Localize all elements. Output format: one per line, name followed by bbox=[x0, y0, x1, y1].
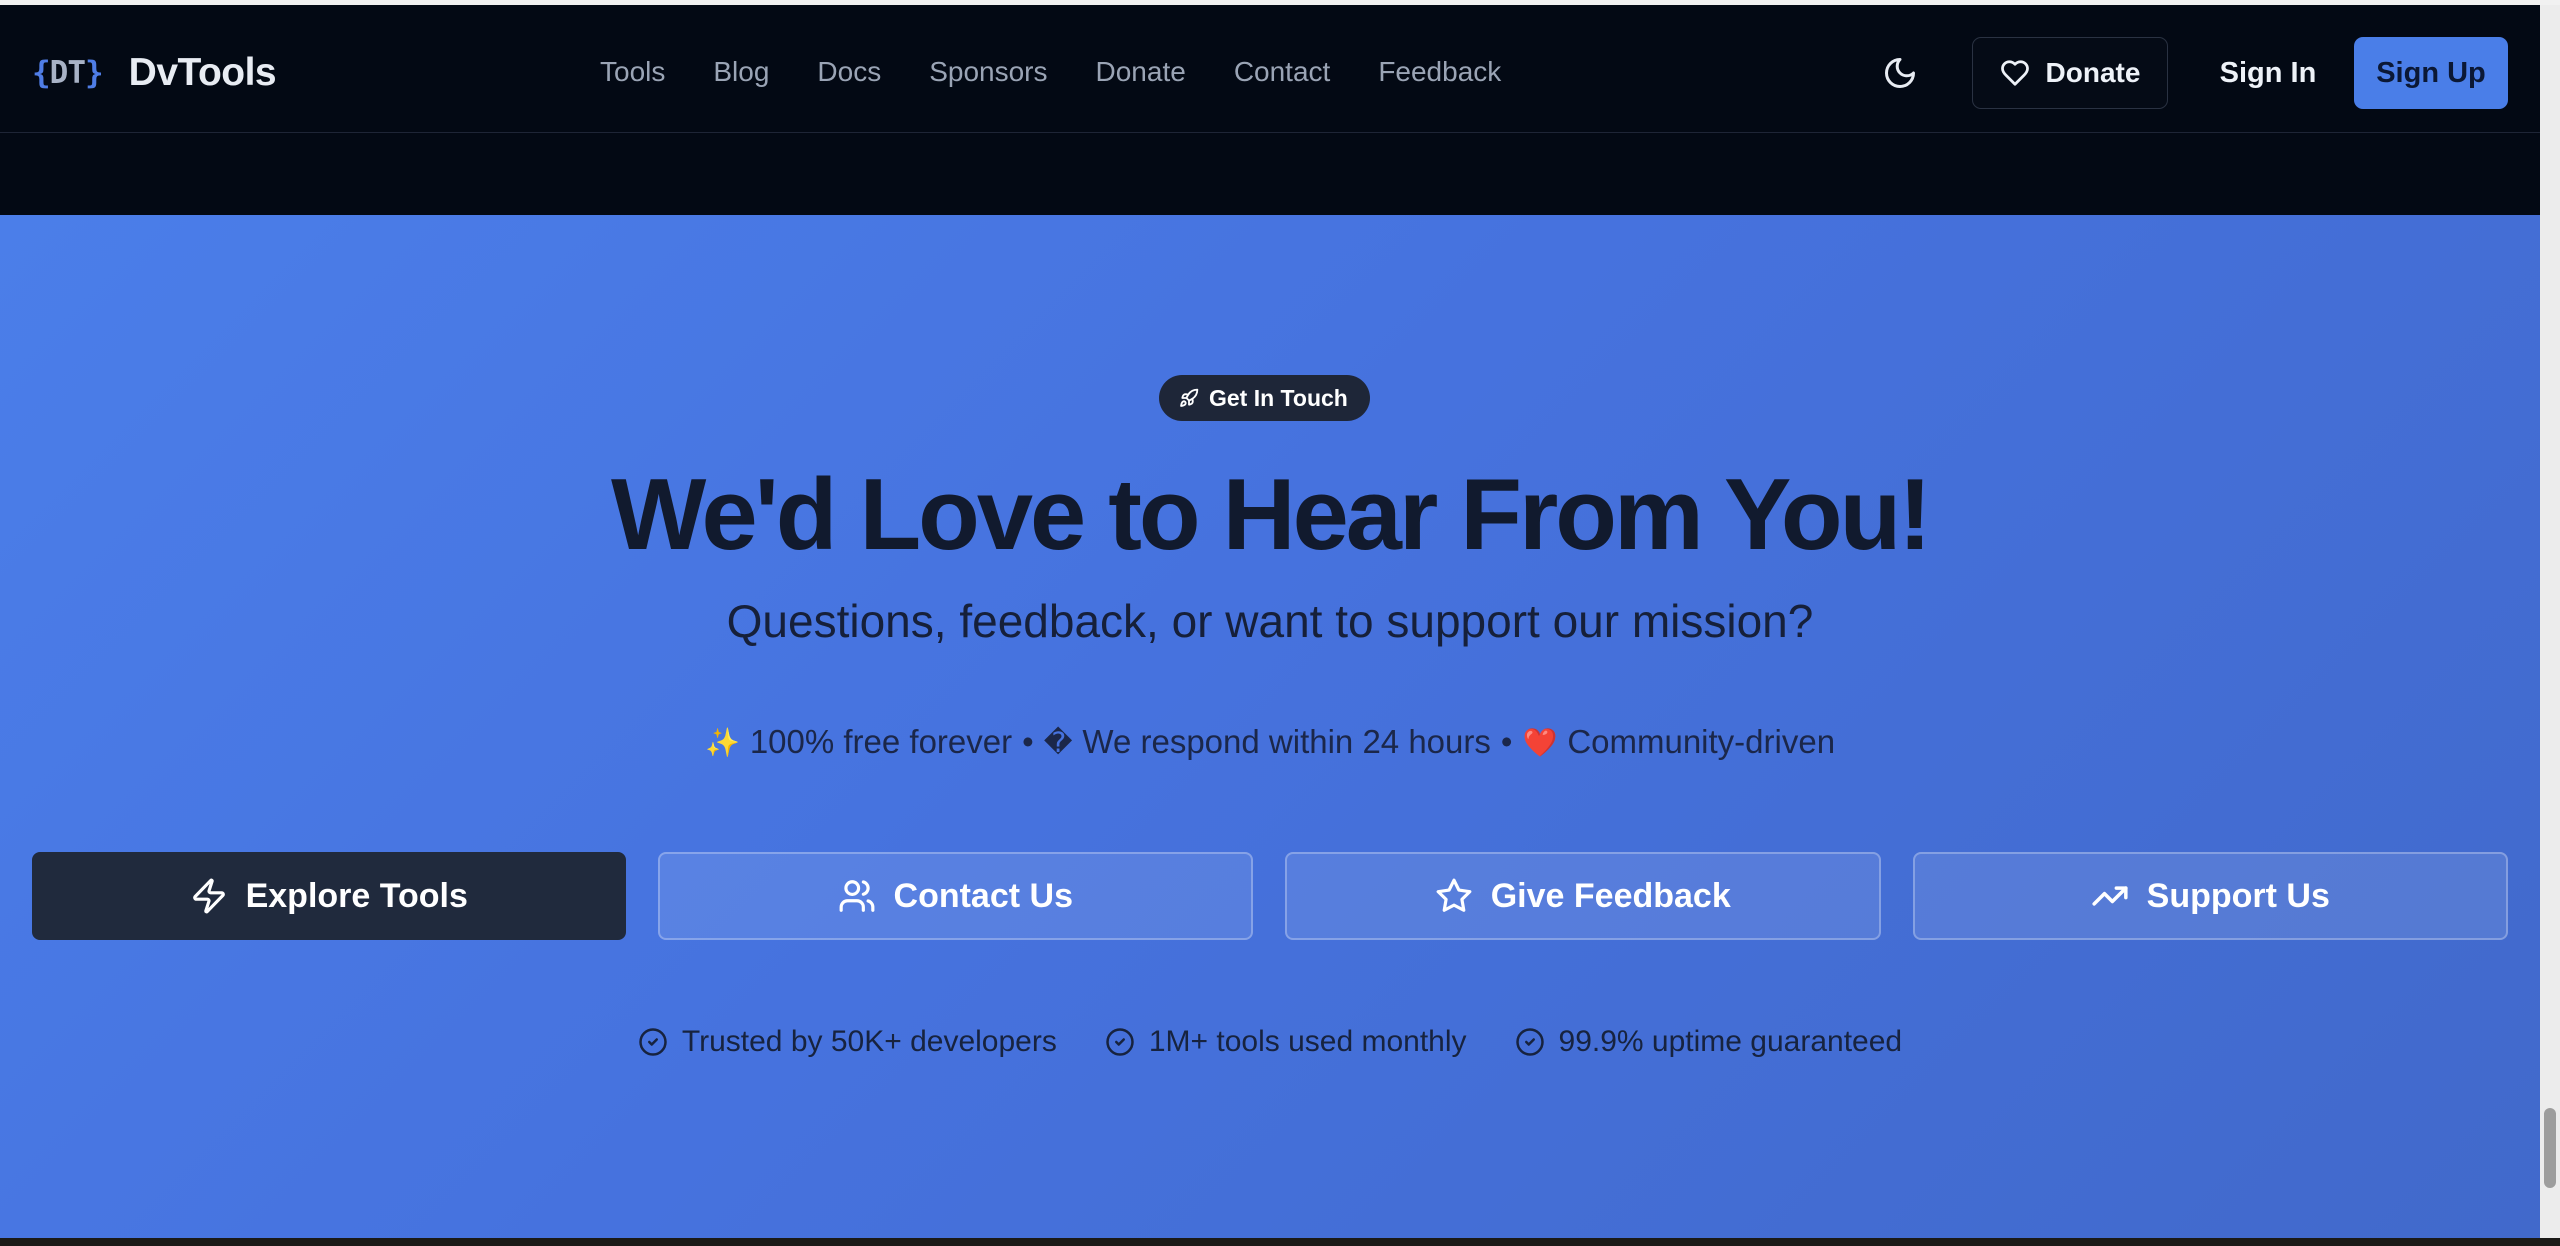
nav-bar: { DT } DvTools Tools Blog Docs Sponsors … bbox=[0, 5, 2540, 133]
trust-developers-label: Trusted by 50K+ developers bbox=[681, 1025, 1057, 1058]
highlight-separator: • bbox=[1022, 723, 1034, 760]
scrollbar-thumb[interactable] bbox=[2544, 1108, 2556, 1188]
page-scrollbar[interactable] bbox=[2540, 5, 2560, 1238]
nav-link-contact[interactable]: Contact bbox=[1234, 56, 1331, 88]
highlight-community: Community-driven bbox=[1567, 723, 1836, 760]
nav-link-tools[interactable]: Tools bbox=[600, 56, 665, 88]
heart-emoji-icon: ❤️ bbox=[1522, 725, 1558, 759]
sign-up-button[interactable]: Sign Up bbox=[2354, 37, 2508, 109]
star-icon bbox=[1435, 877, 1473, 915]
highlight-separator: • bbox=[1500, 723, 1513, 760]
hero-highlights: ✨ 100% free forever • � We respond withi… bbox=[0, 723, 2540, 761]
logo-letters: DT bbox=[49, 55, 86, 91]
get-in-touch-badge: Get In Touch bbox=[1159, 375, 1370, 421]
users-icon bbox=[838, 877, 876, 915]
nav-link-donate[interactable]: Donate bbox=[1096, 56, 1186, 88]
give-feedback-label: Give Feedback bbox=[1490, 876, 1731, 915]
main-nav: Tools Blog Docs Sponsors Donate Contact … bbox=[600, 47, 1501, 97]
check-circle-icon bbox=[1515, 1027, 1545, 1057]
support-us-label: Support Us bbox=[2146, 876, 2330, 915]
highlight-response: We respond within 24 hours bbox=[1082, 723, 1491, 760]
moon-icon bbox=[1882, 55, 1918, 91]
site-header: { DT } DvTools Tools Blog Docs Sponsors … bbox=[0, 5, 2540, 133]
check-circle-icon bbox=[638, 1027, 668, 1057]
header-donate-label: Donate bbox=[2045, 57, 2141, 88]
trending-up-icon bbox=[2091, 877, 2129, 915]
lightning-icon bbox=[190, 877, 228, 915]
nav-link-sponsors[interactable]: Sponsors bbox=[929, 56, 1047, 88]
logo[interactable]: { DT } DvTools bbox=[32, 45, 277, 101]
logo-mark: { DT } bbox=[32, 55, 104, 91]
trust-item-usage: 1M+ tools used monthly bbox=[1105, 1025, 1467, 1059]
nav-link-docs[interactable]: Docs bbox=[817, 56, 881, 88]
hero-subtitle: Questions, feedback, or want to support … bbox=[726, 595, 1814, 647]
contact-us-label: Contact Us bbox=[893, 876, 1073, 915]
header-donate-button[interactable]: Donate bbox=[1972, 37, 2168, 109]
contact-us-button[interactable]: Contact Us bbox=[657, 852, 1253, 940]
cta-row: Explore Tools Contact Us Give Feedback S… bbox=[32, 852, 2508, 940]
hero-title: We'd Love to Hear From You! bbox=[611, 459, 1932, 571]
check-circle-icon bbox=[1105, 1027, 1135, 1057]
header-divider bbox=[0, 132, 2540, 133]
theme-toggle-button[interactable] bbox=[1878, 51, 1922, 95]
heart-icon bbox=[2000, 58, 2030, 88]
sparkles-icon: ✨ bbox=[704, 725, 740, 759]
replacement-char-icon: � bbox=[1043, 725, 1073, 759]
highlight-free: 100% free forever bbox=[749, 723, 1013, 760]
support-us-button[interactable]: Support Us bbox=[1912, 852, 2508, 940]
explore-tools-label: Explore Tools bbox=[245, 876, 468, 915]
badge-label: Get In Touch bbox=[1209, 384, 1348, 411]
trust-item-developers: Trusted by 50K+ developers bbox=[638, 1025, 1057, 1059]
nav-link-feedback[interactable]: Feedback bbox=[1378, 56, 1501, 88]
logo-text: DvTools bbox=[128, 51, 277, 94]
browser-window: { DT } DvTools Tools Blog Docs Sponsors … bbox=[0, 0, 2560, 1238]
rocket-icon bbox=[1179, 388, 1199, 408]
explore-tools-button[interactable]: Explore Tools bbox=[32, 852, 626, 940]
trust-row: Trusted by 50K+ developers 1M+ tools use… bbox=[0, 1025, 2540, 1059]
trust-usage-label: 1M+ tools used monthly bbox=[1148, 1025, 1467, 1058]
trust-uptime-label: 99.9% uptime guaranteed bbox=[1558, 1025, 1903, 1058]
trust-item-uptime: 99.9% uptime guaranteed bbox=[1515, 1025, 1903, 1059]
give-feedback-button[interactable]: Give Feedback bbox=[1285, 852, 1881, 940]
logo-brace-close: } bbox=[85, 55, 104, 91]
logo-brace-open: { bbox=[32, 55, 51, 91]
sign-in-button[interactable]: Sign In bbox=[2198, 37, 2338, 109]
nav-link-blog[interactable]: Blog bbox=[713, 56, 769, 88]
contact-hero: Get In Touch We'd Love to Hear From You!… bbox=[0, 215, 2540, 1238]
